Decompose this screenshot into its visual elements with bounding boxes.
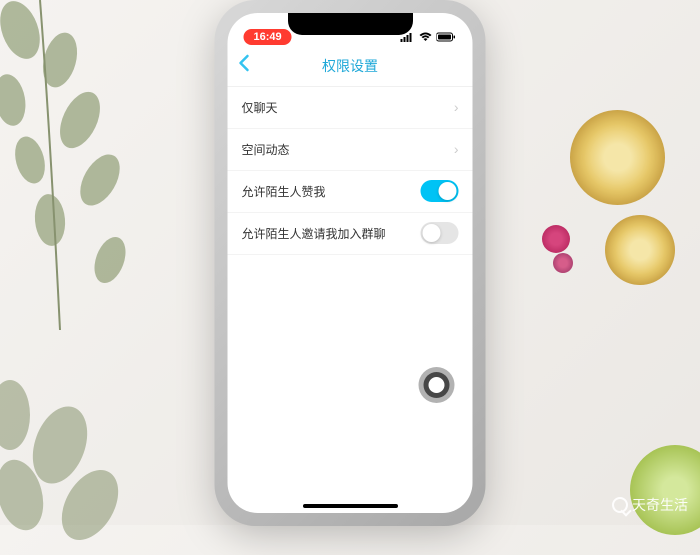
chevron-right-icon: › — [454, 99, 459, 115]
row-label: 仅聊天 — [242, 99, 278, 116]
back-button[interactable] — [238, 54, 250, 78]
row-label: 允许陌生人邀请我加入群聊 — [242, 225, 386, 242]
chevron-right-icon: › — [454, 141, 459, 157]
phone-frame: 16:49 权限设置 仅聊天 › — [218, 3, 483, 523]
decorative-citrus-slice — [570, 110, 665, 205]
assistive-touch-button[interactable] — [419, 367, 455, 403]
battery-icon — [437, 31, 457, 45]
status-indicators — [401, 31, 457, 45]
phone-screen: 16:49 权限设置 仅聊天 › — [228, 13, 473, 513]
watermark-search-icon — [612, 497, 628, 513]
settings-list: 仅聊天 › 空间动态 › 允许陌生人赞我 允许陌生人邀请我加入群聊 — [228, 87, 473, 255]
home-indicator[interactable] — [303, 504, 398, 508]
decorative-citrus-slice — [605, 215, 675, 285]
decorative-leaves-bottom — [0, 355, 150, 555]
settings-row-chat-only[interactable]: 仅聊天 › — [228, 87, 473, 129]
toggle-stranger-like[interactable] — [421, 180, 459, 202]
settings-row-space-updates[interactable]: 空间动态 › — [228, 129, 473, 171]
decorative-flower — [542, 225, 570, 253]
row-label: 允许陌生人赞我 — [242, 183, 326, 200]
page-title: 权限设置 — [322, 56, 378, 76]
settings-row-stranger-group-invite: 允许陌生人邀请我加入群聊 — [228, 213, 473, 255]
toggle-stranger-group-invite[interactable] — [421, 222, 459, 244]
nav-header: 权限设置 — [228, 47, 473, 87]
row-label: 空间动态 — [242, 141, 290, 158]
settings-row-stranger-like: 允许陌生人赞我 — [228, 171, 473, 213]
wifi-icon — [419, 31, 433, 45]
decorative-leaves-top — [0, 0, 160, 380]
decorative-lime-slice — [630, 445, 700, 535]
watermark: 天奇生活 — [612, 495, 688, 515]
phone-notch — [288, 13, 413, 35]
decorative-flower — [553, 253, 573, 273]
watermark-text: 天奇生活 — [632, 495, 688, 515]
status-time-recording: 16:49 — [244, 29, 292, 45]
